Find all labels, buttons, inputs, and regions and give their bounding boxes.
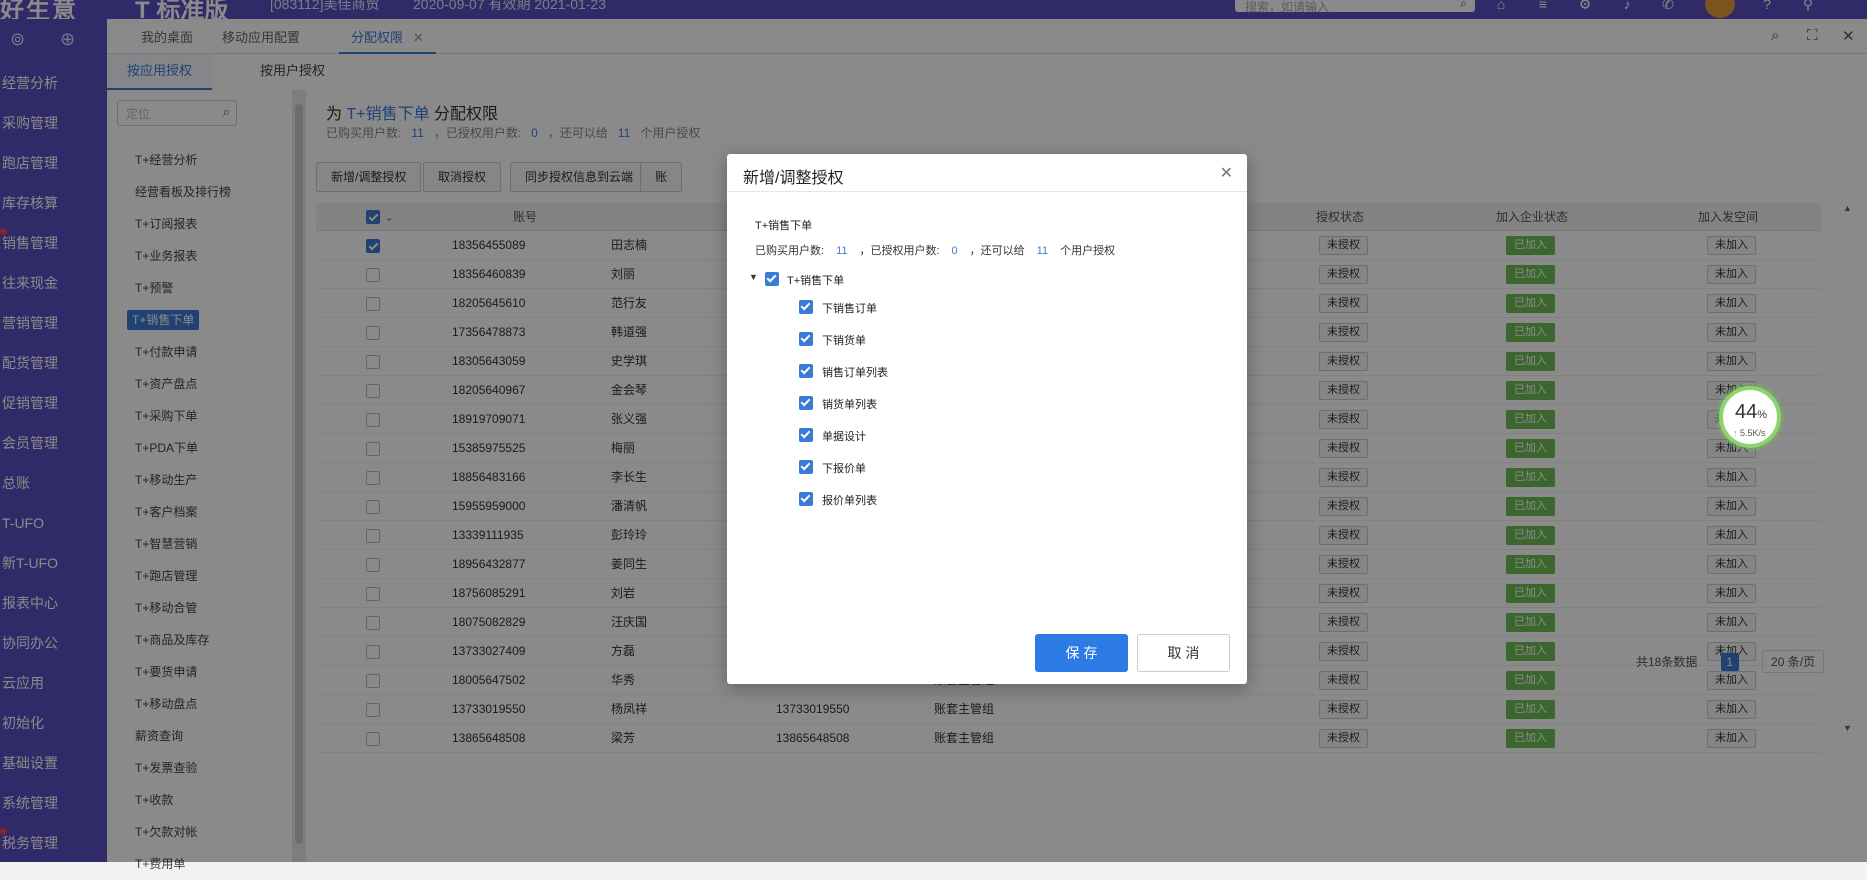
dialog-header: 新增/调整授权 ✕: [727, 154, 1247, 192]
checkbox[interactable]: [799, 492, 813, 506]
speed-percent: 44%: [1735, 401, 1768, 423]
upload-arrow-icon: ↑: [1733, 428, 1738, 438]
close-icon[interactable]: ✕: [1220, 163, 1233, 183]
checkbox[interactable]: [765, 272, 779, 286]
adjust-auth-dialog: 新增/调整授权 ✕ T+销售下单 已购买用户数: 11 ，已授权用户数: 0 ，还可以给…: [727, 154, 1247, 684]
dialog-title: 新增/调整授权: [743, 170, 844, 187]
checkbox[interactable]: [799, 364, 813, 378]
dialog-license-stats: 已购买用户数: 11 ，已授权用户数: 0 ，还可以给 11 个用户授权: [755, 245, 1116, 257]
save-button[interactable]: 保 存: [1035, 634, 1128, 672]
checkbox[interactable]: [799, 460, 813, 474]
speed-rate: ↑ 5.5K/s: [1733, 428, 1766, 438]
checkbox[interactable]: [799, 300, 813, 314]
checkbox[interactable]: [799, 396, 813, 410]
checkbox[interactable]: [799, 332, 813, 346]
dialog-function-name: T+销售下单: [755, 220, 813, 232]
network-speed-widget[interactable]: 44% ↑ 5.5K/s: [1719, 386, 1781, 448]
cancel-button[interactable]: 取 消: [1137, 634, 1230, 672]
caret-down-icon[interactable]: ▼: [749, 272, 758, 282]
checkbox[interactable]: [799, 428, 813, 442]
